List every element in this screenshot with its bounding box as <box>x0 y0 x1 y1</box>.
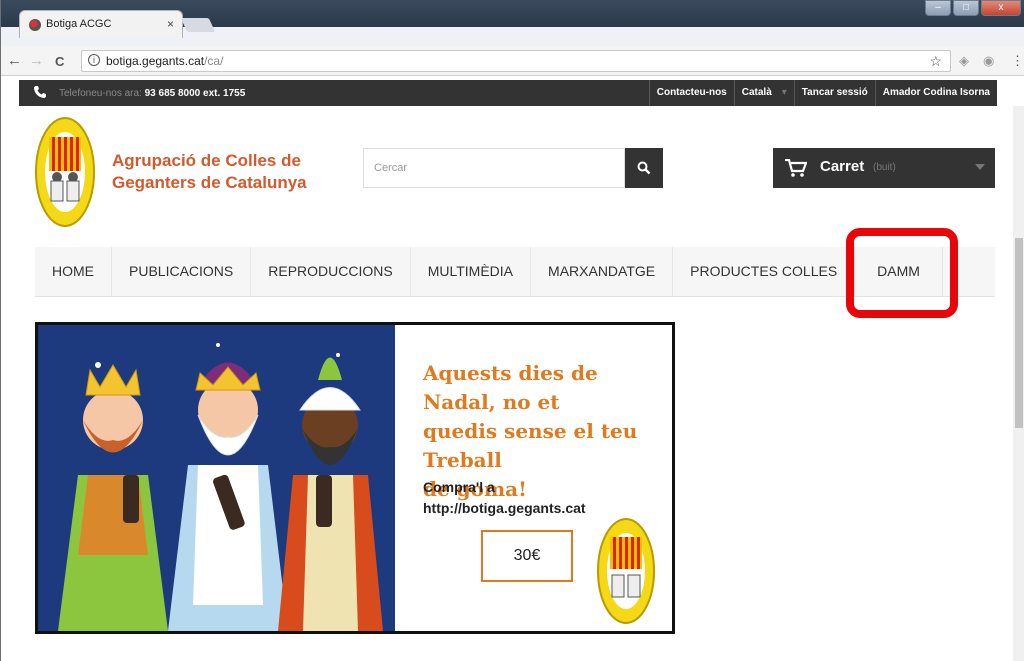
tab-strip: Botiga ACGC × – □ x <box>1 0 1024 46</box>
language-selector[interactable]: Català ▾ <box>733 80 794 106</box>
extension-icon[interactable]: ◈ <box>959 53 969 69</box>
search-button[interactable] <box>625 148 663 188</box>
scrollbar[interactable] <box>1013 106 1024 661</box>
cart-status: (buit) <box>873 162 896 173</box>
nav-item-home[interactable]: HOME <box>35 247 112 297</box>
highlight-box <box>846 228 958 318</box>
url-input[interactable]: i botiga.gegants.cat/ca/ ☆ <box>81 50 951 72</box>
new-tab-button[interactable] <box>180 18 216 32</box>
chevron-down-icon: ▾ <box>781 87 787 98</box>
phone-icon <box>33 85 47 102</box>
tab-title: Botiga ACGC <box>46 18 112 30</box>
site-top-bar: Telefoneu-nos ara: 93 685 8000 ext. 1755… <box>19 80 997 106</box>
tab-close-icon[interactable]: × <box>167 17 174 31</box>
nav-item-productes-colles[interactable]: PRODUCTES COLLES <box>673 247 856 297</box>
url-path: /ca/ <box>204 54 224 68</box>
back-icon[interactable]: ← <box>7 52 22 69</box>
url-host: botiga.gegants.cat <box>106 54 205 68</box>
nav-item-publicacions[interactable]: PUBLICACIONS <box>112 247 252 297</box>
phone-prefix: Telefoneu-nos ara: <box>59 88 142 99</box>
chevron-down-icon <box>975 164 985 170</box>
browser-tab[interactable]: Botiga ACGC × <box>19 10 183 38</box>
minimize-button[interactable]: – <box>925 0 951 16</box>
cart-button[interactable]: Carret (buit) <box>773 148 995 188</box>
favicon-icon <box>29 19 41 31</box>
phone-number: 93 685 8000 ext. 1755 <box>144 88 246 99</box>
top-links: Contacteu-nos Català ▾ Tancar sessió Amad… <box>648 80 997 106</box>
forward-icon[interactable]: → <box>29 52 44 69</box>
headline-line-2: quedis sense el teu Treball <box>423 419 638 472</box>
reload-icon[interactable]: C <box>55 54 64 69</box>
brand-line-1: Agrupació de Colles de <box>112 151 301 170</box>
price-tag: 30€ <box>481 530 573 582</box>
browser-window: Botiga ACGC × – □ x ← → C i botiga.gegan… <box>0 0 1024 661</box>
phone-text: Telefoneu-nos ara: 93 685 8000 ext. 1755 <box>59 88 245 99</box>
bookmark-star-icon[interactable]: ☆ <box>929 53 942 70</box>
extension-icon-2[interactable]: ◉ <box>983 53 994 69</box>
close-window-button[interactable]: x <box>981 0 1021 16</box>
address-bar-row: ← → C i botiga.gegants.cat/ca/ ☆ ◈ ◉ ⋮ <box>1 46 1024 76</box>
seal-logo <box>596 517 656 625</box>
cart-label: Carret <box>820 158 865 175</box>
nav-item-marxandatge[interactable]: MARXANDATGE <box>531 247 674 297</box>
search-box: Cercar <box>363 148 663 188</box>
window-controls: – □ x <box>925 0 1021 18</box>
three-kings-illustration <box>38 325 395 631</box>
headline-line-1: Aquests dies de Nadal, no et <box>423 361 598 414</box>
search-icon <box>637 161 651 175</box>
account-link[interactable]: Amador Codina Isorna <box>874 80 997 106</box>
buy-line-2: http://botiga.gegants.cat <box>423 500 586 516</box>
cart-icon <box>785 158 808 182</box>
maximize-button[interactable]: □ <box>953 0 979 16</box>
info-icon[interactable]: i <box>88 54 100 66</box>
site-logo[interactable] <box>35 117 95 227</box>
brand-line-2: Geganters de Catalunya <box>112 173 307 192</box>
nav-item-reproduccions[interactable]: REPRODUCCIONS <box>251 247 411 297</box>
banner-buy-text: Compra'l a http://botiga.gegants.cat <box>423 477 586 519</box>
logout-link[interactable]: Tancar sessió <box>793 80 875 106</box>
brand-name[interactable]: Agrupació de Colles de Geganters de Cata… <box>112 150 307 194</box>
contact-link[interactable]: Contacteu-nos <box>648 80 734 106</box>
buy-line-1: Compra'l a <box>423 479 495 495</box>
scrollbar-thumb[interactable] <box>1015 238 1023 428</box>
search-input[interactable]: Cercar <box>363 148 625 188</box>
menu-icon[interactable]: ⋮ <box>1011 53 1024 69</box>
nav-item-multimedia[interactable]: MULTIMÈDIA <box>411 247 532 297</box>
language-label: Català <box>741 87 772 98</box>
promo-banner[interactable]: Aquests dies de Nadal, no et quedis sens… <box>35 322 675 634</box>
